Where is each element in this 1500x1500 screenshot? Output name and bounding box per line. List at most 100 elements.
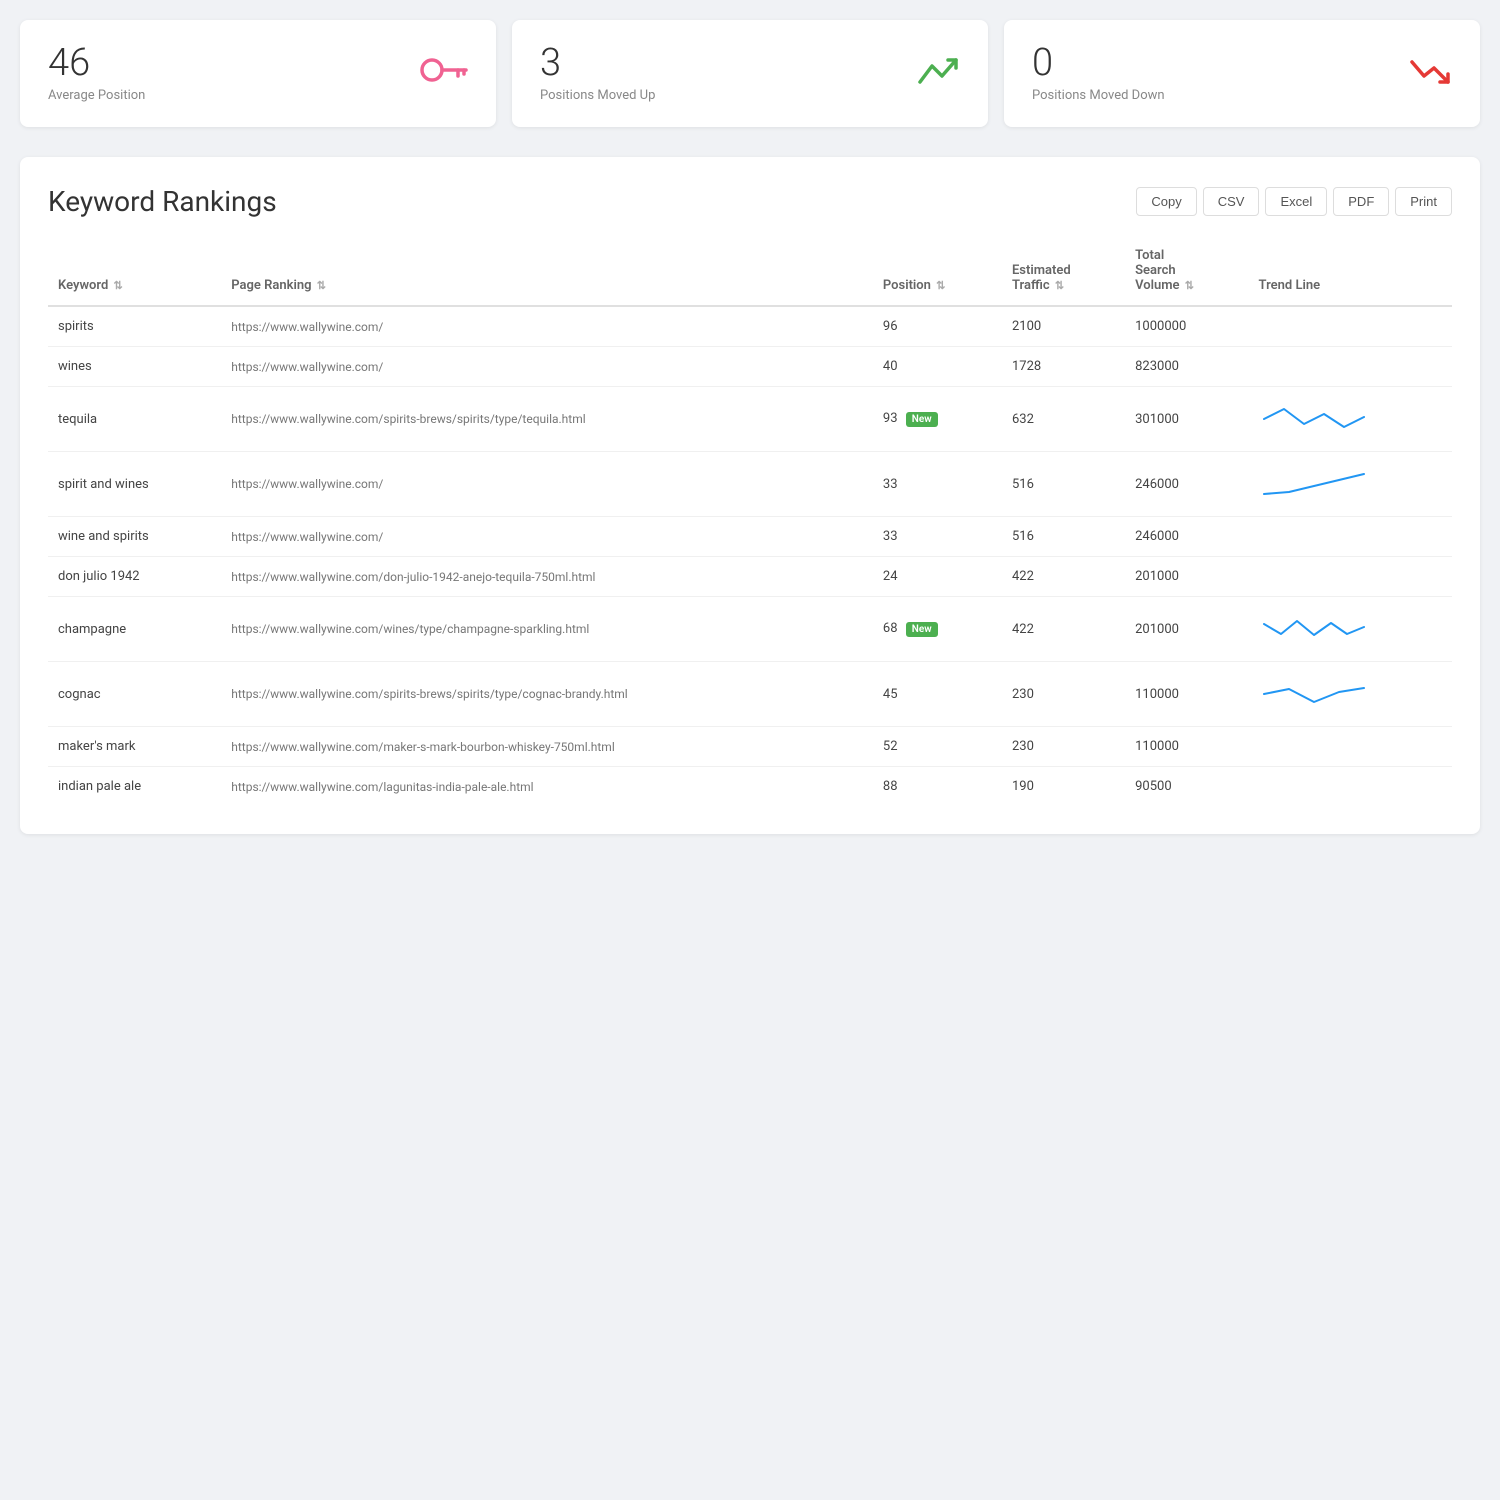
cell-page: https://www.wallywine.com/wines/type/cha… — [221, 597, 873, 662]
stat-card-number: 3 — [540, 44, 655, 82]
cell-trend — [1249, 306, 1452, 347]
cell-keyword: spirits — [48, 306, 221, 347]
cell-traffic: 190 — [1002, 767, 1125, 807]
cell-trend — [1249, 767, 1452, 807]
cell-keyword: wine and spirits — [48, 517, 221, 557]
cell-traffic: 632 — [1002, 387, 1125, 452]
cell-keyword: champagne — [48, 597, 221, 662]
toolbar-buttons: CopyCSVExcelPDFPrint — [1136, 187, 1452, 216]
trend-chart — [1259, 464, 1442, 504]
sort-icon-position: ⇅ — [936, 279, 945, 292]
cell-trend — [1249, 517, 1452, 557]
stat-card-avg-position: 46 Average Position — [20, 20, 496, 127]
toolbar-btn-pdf[interactable]: PDF — [1333, 187, 1389, 216]
cell-page: https://www.wallywine.com/ — [221, 452, 873, 517]
table-row: tequilahttps://www.wallywine.com/spirits… — [48, 387, 1452, 452]
col-label-position: Position — [883, 278, 931, 293]
stat-card-number: 46 — [48, 44, 145, 82]
cell-position: 93 New — [873, 387, 1002, 452]
cell-volume: 110000 — [1125, 727, 1248, 767]
sort-icon-keyword: ⇅ — [114, 279, 123, 292]
table-row: wineshttps://www.wallywine.com/401728823… — [48, 347, 1452, 387]
cell-position: 40 — [873, 347, 1002, 387]
cell-position: 33 — [873, 452, 1002, 517]
cell-page: https://www.wallywine.com/lagunitas-indi… — [221, 767, 873, 807]
stat-cards-container: 46 Average Position 3 Positions Moved Up… — [20, 20, 1480, 127]
cell-keyword: spirit and wines — [48, 452, 221, 517]
stat-card-moved-down: 0 Positions Moved Down — [1004, 20, 1480, 127]
cell-position: 88 — [873, 767, 1002, 807]
th-page[interactable]: Page Ranking ⇅ — [221, 238, 873, 306]
toolbar-btn-print[interactable]: Print — [1395, 187, 1452, 216]
th-trend: Trend Line — [1249, 238, 1452, 306]
new-badge: New — [906, 412, 938, 427]
th-keyword[interactable]: Keyword ⇅ — [48, 238, 221, 306]
cell-position: 68 New — [873, 597, 1002, 662]
table-row: spirit and wineshttps://www.wallywine.co… — [48, 452, 1452, 517]
keyword-rankings-table: Keyword ⇅Page Ranking ⇅Position ⇅Estimat… — [48, 238, 1452, 806]
sort-icon-page: ⇅ — [317, 279, 326, 292]
table-row: spiritshttps://www.wallywine.com/9621001… — [48, 306, 1452, 347]
stat-card-content: 3 Positions Moved Up — [540, 44, 655, 103]
cell-page: https://www.wallywine.com/maker-s-mark-b… — [221, 727, 873, 767]
toolbar-btn-csv[interactable]: CSV — [1203, 187, 1260, 216]
table-row: maker's markhttps://www.wallywine.com/ma… — [48, 727, 1452, 767]
cell-keyword: don julio 1942 — [48, 557, 221, 597]
cell-keyword: cognac — [48, 662, 221, 727]
table-body: spiritshttps://www.wallywine.com/9621001… — [48, 306, 1452, 806]
sort-icon: ⇅ — [1055, 279, 1064, 292]
th-traffic[interactable]: EstimatedTraffic ⇅ — [1002, 238, 1125, 306]
col-label-keyword: Keyword — [58, 278, 108, 293]
cell-page: https://www.wallywine.com/ — [221, 347, 873, 387]
stat-card-content: 46 Average Position — [48, 44, 145, 103]
rankings-section: Keyword Rankings CopyCSVExcelPDFPrint Ke… — [20, 157, 1480, 834]
cell-position: 52 — [873, 727, 1002, 767]
rankings-title: Keyword Rankings — [48, 185, 277, 218]
cell-trend — [1249, 597, 1452, 662]
toolbar-btn-excel[interactable]: Excel — [1265, 187, 1327, 216]
col-label-trend: Trend Line — [1259, 278, 1321, 293]
stat-card-label: Average Position — [48, 88, 145, 103]
new-badge: New — [906, 622, 938, 637]
stat-card-number: 0 — [1032, 44, 1165, 82]
col-label-volume: TotalSearchVolume — [1135, 248, 1179, 293]
cell-volume: 201000 — [1125, 597, 1248, 662]
arrow-down-icon — [1408, 54, 1452, 94]
trend-chart — [1259, 399, 1442, 439]
cell-position: 33 — [873, 517, 1002, 557]
key-icon — [420, 53, 468, 95]
cell-volume: 110000 — [1125, 662, 1248, 727]
cell-traffic: 2100 — [1002, 306, 1125, 347]
cell-traffic: 230 — [1002, 727, 1125, 767]
cell-page: https://www.wallywine.com/don-julio-1942… — [221, 557, 873, 597]
cell-keyword: tequila — [48, 387, 221, 452]
cell-trend — [1249, 347, 1452, 387]
th-position[interactable]: Position ⇅ — [873, 238, 1002, 306]
table-row: indian pale alehttps://www.wallywine.com… — [48, 767, 1452, 807]
position-value: 68 — [883, 621, 898, 636]
cell-page: https://www.wallywine.com/ — [221, 517, 873, 557]
cell-traffic: 422 — [1002, 557, 1125, 597]
table-header: Keyword ⇅Page Ranking ⇅Position ⇅Estimat… — [48, 238, 1452, 306]
toolbar-btn-copy[interactable]: Copy — [1136, 187, 1196, 216]
cell-volume: 823000 — [1125, 347, 1248, 387]
cell-traffic: 230 — [1002, 662, 1125, 727]
cell-keyword: wines — [48, 347, 221, 387]
position-value: 93 — [883, 411, 898, 426]
table-row: cognachttps://www.wallywine.com/spirits-… — [48, 662, 1452, 727]
cell-volume: 1000000 — [1125, 306, 1248, 347]
cell-keyword: maker's mark — [48, 727, 221, 767]
cell-traffic: 422 — [1002, 597, 1125, 662]
table-row: wine and spiritshttps://www.wallywine.co… — [48, 517, 1452, 557]
cell-traffic: 516 — [1002, 517, 1125, 557]
trend-chart — [1259, 609, 1442, 649]
cell-volume: 246000 — [1125, 517, 1248, 557]
th-volume[interactable]: TotalSearchVolume ⇅ — [1125, 238, 1248, 306]
trend-chart — [1259, 674, 1442, 714]
cell-volume: 301000 — [1125, 387, 1248, 452]
rankings-header: Keyword Rankings CopyCSVExcelPDFPrint — [48, 185, 1452, 218]
cell-trend — [1249, 387, 1452, 452]
cell-trend — [1249, 557, 1452, 597]
cell-position: 24 — [873, 557, 1002, 597]
cell-trend — [1249, 452, 1452, 517]
